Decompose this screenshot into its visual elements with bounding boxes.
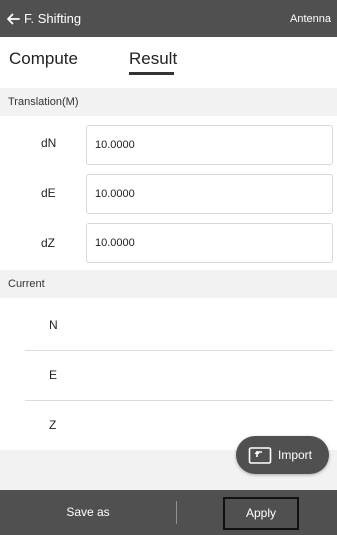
antenna-button[interactable]: Antenna xyxy=(290,13,337,25)
import-label: Import xyxy=(278,448,313,462)
active-tab-indicator xyxy=(129,72,174,75)
divider xyxy=(176,501,177,524)
current-section-header: Current xyxy=(0,270,337,298)
de-label: dE xyxy=(41,186,56,200)
z-label: Z xyxy=(49,418,57,432)
apply-button[interactable]: Apply xyxy=(223,497,299,530)
current-panel: N E Z xyxy=(0,298,337,450)
dz-input[interactable] xyxy=(86,223,333,263)
tab-bar: Compute Result xyxy=(0,37,337,88)
arrow-left-icon xyxy=(7,13,20,24)
dz-label: dZ xyxy=(41,236,56,250)
tab-compute[interactable]: Compute xyxy=(9,49,78,69)
import-icon xyxy=(248,447,272,464)
save-as-button[interactable]: Save as xyxy=(0,490,176,535)
back-button[interactable] xyxy=(0,0,20,37)
dn-input[interactable] xyxy=(86,125,333,165)
translation-panel: dN dE dZ xyxy=(0,116,337,270)
title-bar: F. Shifting Antenna xyxy=(0,0,337,37)
page-title: F. Shifting xyxy=(24,11,82,26)
e-label: E xyxy=(49,368,58,382)
n-label: N xyxy=(49,318,58,332)
tab-result[interactable]: Result xyxy=(129,49,177,69)
import-button[interactable]: Import xyxy=(236,436,329,474)
dn-label: dN xyxy=(41,136,57,150)
de-input[interactable] xyxy=(86,174,333,214)
current-row-n: N xyxy=(25,301,333,351)
current-row-e: E xyxy=(25,351,333,401)
translation-section-header: Translation(M) xyxy=(0,88,337,116)
bottom-action-bar: Save as Apply xyxy=(0,490,337,535)
